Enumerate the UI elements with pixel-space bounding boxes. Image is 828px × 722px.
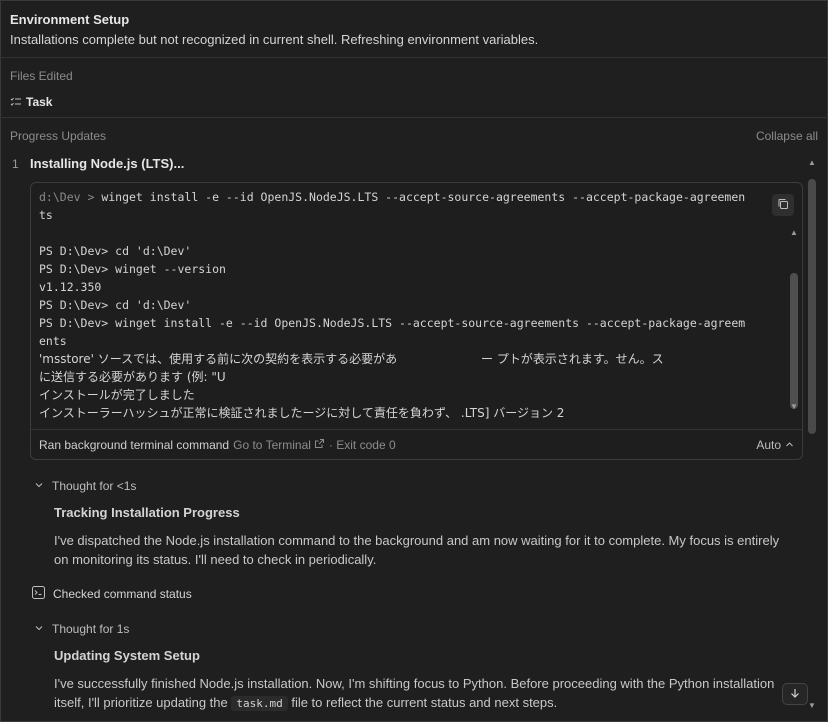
terminal-line: PS D:\Dev> cd 'd:\Dev' — [39, 244, 192, 258]
task-description: Installations complete but not recognize… — [10, 32, 539, 47]
terminal-icon — [32, 586, 45, 602]
auto-toggle[interactable]: Auto — [756, 438, 794, 452]
scroll-up-icon[interactable]: ▲ — [790, 229, 798, 237]
task-header: Environment Setup Installations complete… — [0, 0, 828, 58]
thought-duration: Thought for <1s — [52, 478, 137, 493]
copy-icon — [777, 198, 789, 213]
file-item-task[interactable]: Task — [10, 95, 818, 109]
progress-updates-label: Progress Updates — [10, 129, 107, 143]
terminal-line: v1.12.350 — [39, 280, 102, 294]
terminal-command: winget install -e --id OpenJS.NodeJS.LTS… — [101, 190, 746, 204]
thought-title: Updating System Setup — [54, 648, 200, 663]
scroll-up-icon[interactable]: ▲ — [808, 159, 816, 167]
files-edited-section: Files Edited Task — [0, 58, 828, 118]
checked-status-label: Checked command status — [53, 587, 192, 601]
inline-code-file: task.md — [231, 696, 288, 711]
scroll-to-bottom-button[interactable] — [782, 683, 808, 705]
scroll-down-icon[interactable]: ▼ — [790, 403, 798, 411]
terminal-line: に送信する必要があります (例: "U — [39, 370, 226, 384]
main-scroll-thumb[interactable] — [808, 179, 816, 434]
scroll-down-icon[interactable]: ▼ — [808, 702, 816, 710]
step-title: Installing Node.js (LTS)... — [30, 156, 185, 171]
main-scrollbar[interactable]: ▲ ▼ — [805, 157, 819, 712]
files-edited-label: Files Edited — [10, 69, 73, 83]
terminal-footer: Ran background terminal command Go to Te… — [31, 429, 802, 459]
copy-button[interactable] — [772, 194, 794, 216]
chevron-down-icon — [34, 478, 44, 493]
checked-command-status[interactable]: Checked command status — [32, 586, 192, 602]
chevron-up-icon — [785, 438, 794, 452]
checklist-icon — [10, 96, 22, 108]
terminal-line: d:\Dev > winget install -e --id OpenJS.N… — [39, 188, 774, 206]
thought-title: Tracking Installation Progress — [54, 505, 240, 520]
terminal-line: PS D:\Dev> winget --version — [39, 262, 226, 276]
terminal-line: ents — [39, 334, 67, 348]
thought-text-end: file to reflect the current status and n… — [287, 695, 558, 710]
terminal-line: インストールが完了しました — [39, 388, 195, 402]
terminal-line: 'msstore' ソースでは、使用する前に次の契約を表示する必要があ ー プト… — [39, 352, 664, 366]
file-item-label: Task — [26, 95, 53, 109]
thought-toggle[interactable]: Thought for 1s — [34, 621, 129, 636]
terminal-output[interactable]: d:\Dev > winget install -e --id OpenJS.N… — [31, 183, 802, 429]
terminal-line: PS D:\Dev> winget install -e --id OpenJS… — [39, 316, 746, 330]
collapse-all-button[interactable]: Collapse all — [756, 129, 818, 143]
task-title: Environment Setup — [10, 12, 130, 27]
ran-command-label: Ran background terminal command — [39, 437, 230, 452]
arrow-down-icon — [790, 687, 800, 702]
terminal-line: ts — [39, 208, 53, 222]
thought-text: I've successfully finished Node.js insta… — [54, 674, 794, 713]
go-to-terminal-link[interactable]: Go to Terminal — [233, 438, 325, 452]
terminal-scrollbar[interactable]: ▲ ▼ — [788, 227, 800, 413]
external-link-icon — [314, 438, 325, 452]
auto-label: Auto — [756, 437, 781, 452]
chevron-down-icon — [34, 621, 44, 636]
terminal-line: PS D:\Dev> cd 'd:\Dev' — [39, 298, 192, 312]
progress-header: Progress Updates Collapse all — [10, 129, 818, 143]
go-to-terminal-label: Go to Terminal — [233, 437, 311, 452]
step-number: 1 — [12, 156, 19, 171]
exit-code-label: · Exit code 0 — [328, 437, 396, 452]
thought-duration: Thought for 1s — [52, 621, 130, 636]
terminal-prompt: d:\Dev > — [39, 190, 102, 204]
terminal-scroll-thumb[interactable] — [790, 273, 798, 409]
progress-step: 1 Installing Node.js (LTS)... — [12, 156, 184, 171]
thought-text: I've dispatched the Node.js installation… — [54, 533, 780, 567]
terminal-line: インストーラーハッシュが正常に検証されましたージに対して責任を負わず、 .LTS… — [39, 406, 565, 420]
thought-toggle[interactable]: Thought for <1s — [34, 478, 136, 493]
terminal-output-card: d:\Dev > winget install -e --id OpenJS.N… — [30, 182, 803, 460]
